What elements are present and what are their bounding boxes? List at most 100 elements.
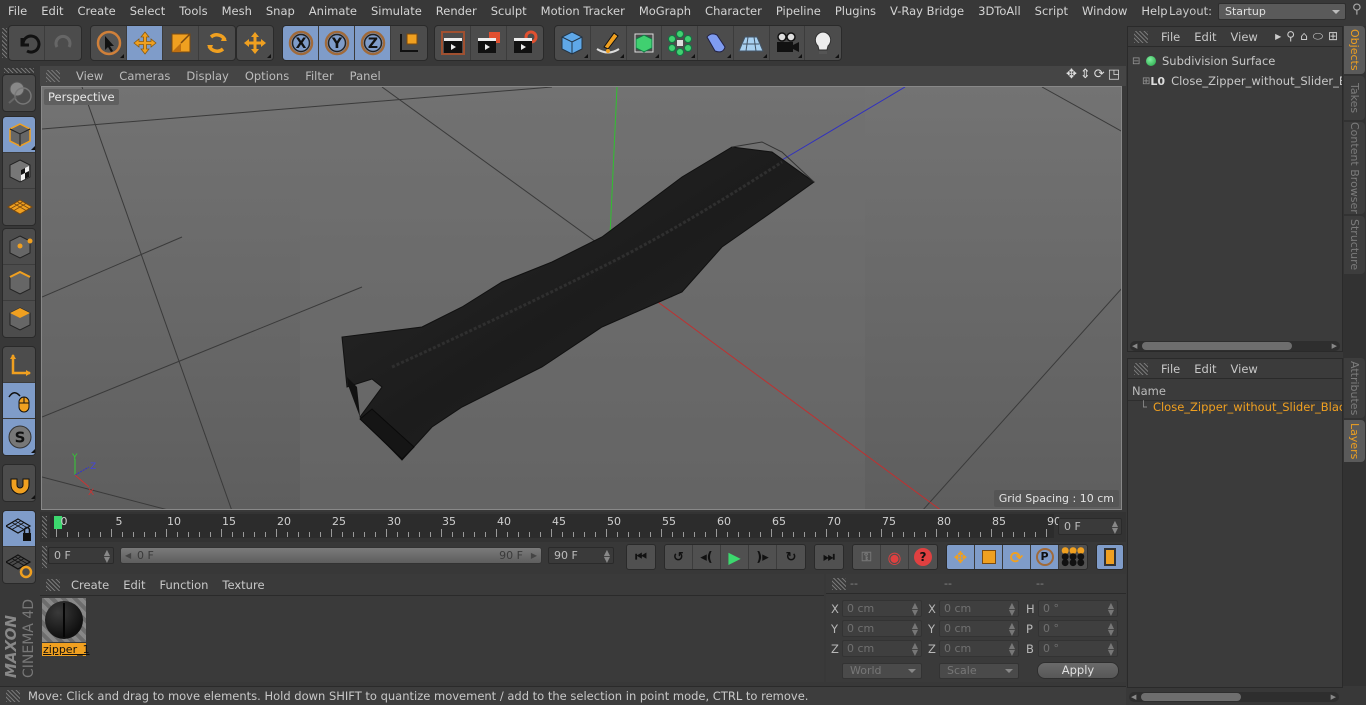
scroll-left-icon[interactable]: ◀ [1132, 342, 1137, 350]
polygons-mode-button[interactable] [3, 301, 35, 337]
viewport-toggle-layout-icon[interactable]: ◳ [1108, 67, 1120, 82]
layer-name[interactable]: Close_Zipper_without_Slider_Black [1153, 400, 1342, 414]
menu-vray-bridge[interactable]: V-Ray Bridge [883, 4, 971, 18]
menu-snap[interactable]: Snap [259, 4, 302, 18]
menu-edit[interactable]: Edit [34, 4, 70, 18]
object-menu-edit[interactable]: Edit [1187, 30, 1223, 44]
object-name[interactable]: Subdivision Surface [1162, 54, 1275, 68]
timeline-grip[interactable] [42, 516, 47, 538]
menu-sculpt[interactable]: Sculpt [484, 4, 534, 18]
scroll-left-icon[interactable]: ◀ [1131, 693, 1136, 701]
render-view-button[interactable] [435, 26, 471, 60]
menu-mesh[interactable]: Mesh [215, 4, 259, 18]
spinner-icon[interactable]: ▲ ▼ [1009, 622, 1015, 637]
menu-simulate[interactable]: Simulate [364, 4, 429, 18]
timeline-window-button[interactable] [1097, 545, 1123, 569]
menu-animate[interactable]: Animate [302, 4, 364, 18]
spinner-icon[interactable]: ▲ ▼ [1112, 520, 1118, 535]
solo-mode-button[interactable]: S [3, 419, 35, 455]
object-name[interactable]: Close_Zipper_without_Slider_Bla [1171, 74, 1342, 88]
menu-motion-tracker[interactable]: Motion Tracker [534, 4, 632, 18]
size-z-field[interactable]: 0 cm ▲ ▼ [939, 640, 1019, 657]
viewport-menu-filter[interactable]: Filter [297, 69, 341, 83]
scroll-right-icon[interactable]: ▶ [1332, 342, 1337, 350]
model-mode-button[interactable] [3, 117, 35, 153]
camera-button[interactable] [770, 26, 806, 60]
workplane-mode-button[interactable] [3, 189, 35, 225]
spinner-icon[interactable]: ▲ ▼ [1108, 602, 1114, 617]
mode-toolbar-grip[interactable] [4, 68, 34, 73]
texture-mode-button[interactable] [3, 153, 35, 189]
material-menu-edit[interactable]: Edit [116, 578, 152, 592]
object-manager-grip[interactable] [1134, 30, 1148, 43]
tab-objects[interactable]: Objects [1344, 26, 1365, 74]
coordinate-mode-dropdown[interactable]: World [842, 663, 922, 679]
end-frame-field[interactable]: 90 F ▲ ▼ [548, 547, 614, 564]
more-menu-arrow-icon[interactable]: ▶ [1275, 29, 1281, 45]
position-y-field[interactable]: 0 cm ▲ ▼ [842, 620, 922, 637]
layer-manager-grip[interactable] [1134, 362, 1148, 375]
new-window-icon[interactable]: ⊞ [1328, 29, 1338, 45]
edges-mode-button[interactable] [3, 265, 35, 301]
size-y-field[interactable]: 0 cm ▲ ▼ [939, 620, 1019, 637]
tweak-mode-button[interactable] [3, 383, 35, 419]
size-mode-dropdown[interactable]: Scale [939, 663, 1019, 679]
start-frame-field[interactable]: 0 F ▲ ▼ [48, 547, 114, 564]
menu-render[interactable]: Render [429, 4, 484, 18]
axis-mode-button[interactable] [3, 347, 35, 383]
record-rotation-button[interactable]: ⟳ [1003, 545, 1031, 569]
menu-script[interactable]: Script [1028, 4, 1075, 18]
z-axis-lock-button[interactable]: Z [355, 26, 391, 60]
rotation-b-field[interactable]: 0 ° ▲ ▼ [1038, 640, 1118, 657]
object-manager-scrollbar[interactable]: ◀ ▶ [1130, 341, 1340, 351]
cube-primitive-button[interactable] [555, 26, 591, 60]
spinner-icon[interactable]: ▲ ▼ [104, 549, 110, 564]
spinner-icon[interactable]: ▲ ▼ [1009, 602, 1015, 617]
material-name[interactable]: zipper_1 [42, 643, 90, 656]
menu-mograph[interactable]: MoGraph [632, 4, 698, 18]
viewport-menu-grip[interactable] [46, 70, 60, 82]
previous-key-button[interactable]: ↺ [665, 545, 693, 569]
layer-menu-edit[interactable]: Edit [1187, 362, 1223, 376]
toolbar-grip[interactable] [2, 28, 7, 58]
keyframe-selection-button[interactable]: ? [909, 545, 937, 569]
menu-file[interactable]: File [0, 4, 34, 18]
viewport-zoom-icon[interactable]: ⇕ [1080, 67, 1091, 82]
current-frame-field[interactable]: 0 F ▲ ▼ [1058, 518, 1122, 535]
object-row[interactable]: ⊟ Subdivision Surface [1128, 51, 1342, 71]
frame-ruler[interactable]: 0 5 10 15 20 25 30 35 40 45 50 55 60 65 70 75 80 85 90 [50, 514, 1061, 538]
spinner-icon[interactable]: ▲ ▼ [1009, 642, 1015, 657]
filter-icon[interactable]: ⬭ [1313, 29, 1323, 45]
subdivision-surface-button[interactable] [627, 26, 663, 60]
go-to-end-button[interactable]: ⏭ [815, 545, 843, 569]
object-row[interactable]: ⊞ L0 Close_Zipper_without_Slider_Bla [1128, 71, 1342, 91]
coordinates-grip[interactable] [832, 577, 846, 590]
cloner-button[interactable] [662, 26, 698, 60]
layer-menu-file[interactable]: File [1154, 362, 1187, 376]
scroll-right-icon[interactable]: ▶ [1331, 693, 1336, 701]
range-right-arrow-icon[interactable]: ▶ [531, 548, 537, 563]
undo-button[interactable] [9, 26, 45, 60]
menu-select[interactable]: Select [123, 4, 172, 18]
layout-dropdown[interactable]: Startup [1218, 2, 1346, 20]
scrollbar-thumb[interactable] [1141, 693, 1241, 701]
viewport-menu-cameras[interactable]: Cameras [111, 69, 178, 83]
tab-attributes[interactable]: Attributes [1344, 358, 1365, 418]
viewport-menu-display[interactable]: Display [178, 69, 236, 83]
rotation-p-field[interactable]: 0 ° ▲ ▼ [1038, 620, 1118, 637]
workplane-align-button[interactable] [3, 547, 35, 583]
camera-label[interactable]: Perspective [44, 89, 119, 105]
menu-tools[interactable]: Tools [172, 4, 214, 18]
object-menu-file[interactable]: File [1154, 30, 1187, 44]
record-active-objects-button[interactable]: ⚿ [853, 545, 881, 569]
next-key-button[interactable]: ↻ [777, 545, 805, 569]
viewport-menu-view[interactable]: View [68, 69, 111, 83]
rotation-h-field[interactable]: 0 ° ▲ ▼ [1038, 600, 1118, 617]
material-thumbnail[interactable] [42, 598, 86, 642]
points-mode-button[interactable] [3, 229, 35, 265]
menu-pipeline[interactable]: Pipeline [769, 4, 828, 18]
name-column-header[interactable]: Name [1132, 384, 1166, 398]
spinner-icon[interactable]: ▲ ▼ [1108, 622, 1114, 637]
search-icon[interactable]: ⚲ [1352, 2, 1366, 20]
menu-3dtoall[interactable]: 3DToAll [971, 4, 1028, 18]
